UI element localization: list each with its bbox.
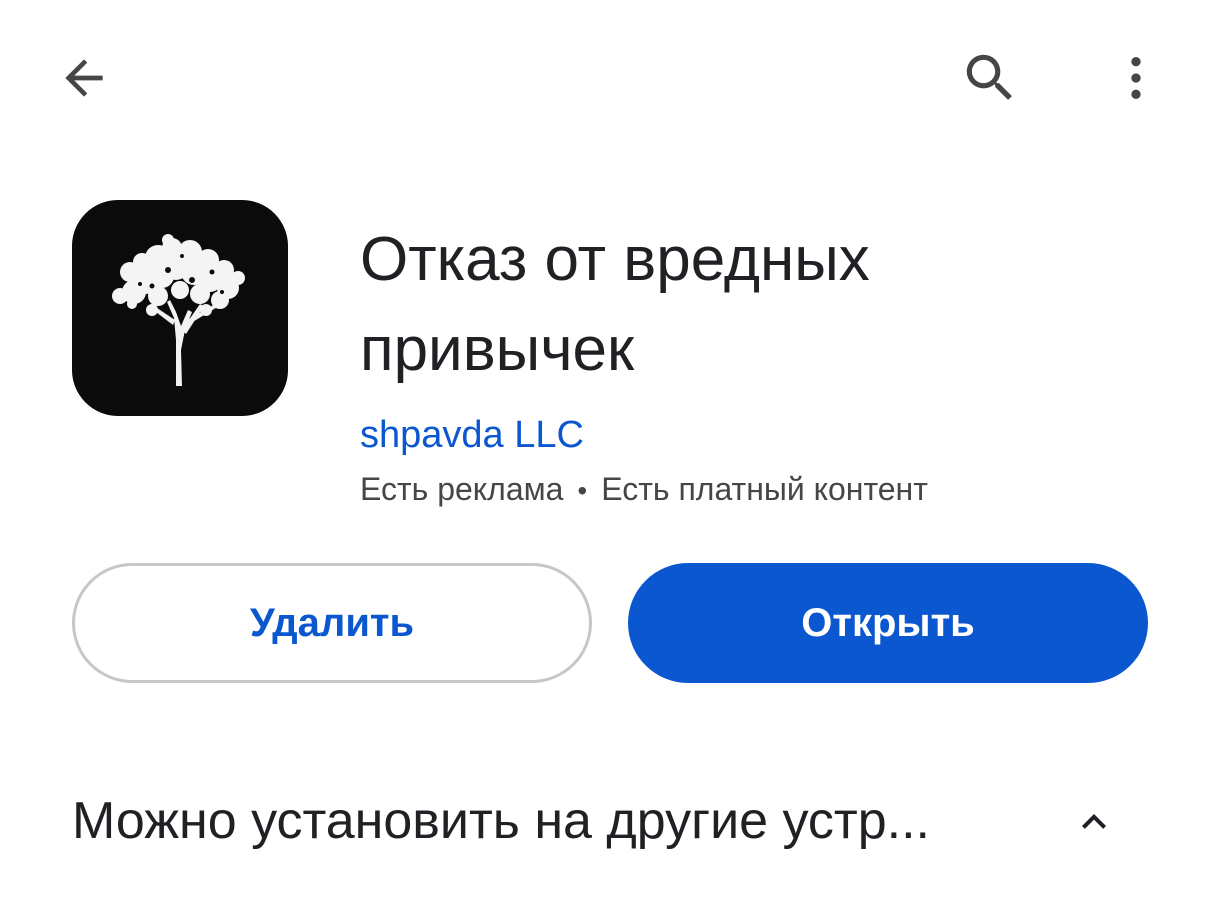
more-vert-icon (1131, 57, 1141, 99)
section-title: Можно установить на другие устр... (72, 792, 930, 850)
more-options-button[interactable] (1096, 38, 1176, 118)
contains-ads-label: Есть реклама (360, 471, 564, 507)
chevron-up-icon[interactable] (1070, 798, 1118, 846)
developer-link[interactable]: shpavda LLC (360, 408, 584, 462)
uninstall-button[interactable]: Удалить (72, 563, 592, 683)
in-app-purchases-label: Есть платный контент (601, 471, 928, 507)
arrow-back-icon (65, 59, 103, 97)
search-icon (966, 54, 1012, 100)
app-title: Отказ от вредных привычек (360, 225, 870, 384)
install-on-other-devices-section[interactable]: Можно установить на другие устр... (72, 770, 1148, 870)
search-button[interactable] (950, 38, 1030, 118)
top-app-bar (0, 0, 1220, 150)
meta-separator: • (577, 475, 588, 506)
back-button[interactable] (44, 38, 124, 118)
open-button[interactable]: Открыть (628, 563, 1148, 683)
tree-icon (112, 234, 245, 386)
app-meta: Есть реклама • Есть платный контент (360, 467, 928, 513)
app-icon (72, 200, 288, 416)
